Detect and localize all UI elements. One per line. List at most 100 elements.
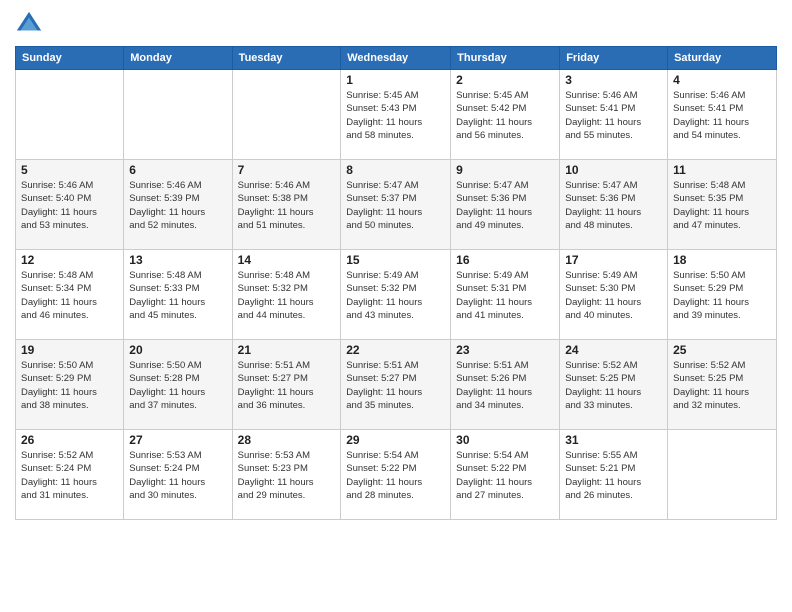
calendar-cell: 25Sunrise: 5:52 AM Sunset: 5:25 PM Dayli… (668, 340, 777, 430)
day-number: 18 (673, 253, 771, 267)
day-info: Sunrise: 5:53 AM Sunset: 5:23 PM Dayligh… (238, 449, 336, 502)
calendar-week-row: 1 Sunrise: 5:45 AM Sunset: 5:43 PM Daylig… (16, 70, 777, 160)
calendar-cell: 27 Sunrise: 5:53 AM Sunset: 5:24 PM Dayli… (124, 430, 232, 520)
day-info: Sunrise: 5:48 AM Sunset: 5:33 PM Dayligh… (129, 269, 226, 322)
weekday-header: Sunday (16, 47, 124, 70)
day-info: Sunrise: 5:54 AM Sunset: 5:22 PM Dayligh… (456, 449, 554, 502)
day-number: 8 (346, 163, 445, 177)
weekday-header: Tuesday (232, 47, 341, 70)
calendar-cell: 17 Sunrise: 5:49 AM Sunset: 5:30 PM Dayli… (560, 250, 668, 340)
day-info: Sunrise: 5:49 AM Sunset: 5:31 PM Dayligh… (456, 269, 554, 322)
day-number: 20 (129, 343, 226, 357)
day-number: 5 (21, 163, 118, 177)
day-info: Sunrise: 5:54 AM Sunset: 5:22 PM Dayligh… (346, 449, 445, 502)
day-info: Sunrise: 5:50 AM Sunset: 5:29 PM Dayligh… (673, 269, 771, 322)
calendar-cell: 20Sunrise: 5:50 AM Sunset: 5:28 PM Dayli… (124, 340, 232, 430)
calendar-cell: 6 Sunrise: 5:46 AM Sunset: 5:39 PM Daylig… (124, 160, 232, 250)
day-number: 3 (565, 73, 662, 87)
calendar-cell: 31 Sunrise: 5:55 AM Sunset: 5:21 PM Dayli… (560, 430, 668, 520)
calendar-cell: 10 Sunrise: 5:47 AM Sunset: 5:36 PM Dayli… (560, 160, 668, 250)
calendar-cell: 18 Sunrise: 5:50 AM Sunset: 5:29 PM Dayli… (668, 250, 777, 340)
calendar-cell: 16 Sunrise: 5:49 AM Sunset: 5:31 PM Dayli… (451, 250, 560, 340)
calendar-cell: 4Sunrise: 5:46 AM Sunset: 5:41 PM Daylig… (668, 70, 777, 160)
calendar-cell: 5 Sunrise: 5:46 AM Sunset: 5:40 PM Daylig… (16, 160, 124, 250)
day-number: 16 (456, 253, 554, 267)
weekday-header: Friday (560, 47, 668, 70)
calendar-cell: 28 Sunrise: 5:53 AM Sunset: 5:23 PM Dayli… (232, 430, 341, 520)
day-info: Sunrise: 5:51 AM Sunset: 5:26 PM Dayligh… (456, 359, 554, 412)
day-number: 23 (456, 343, 554, 357)
day-info: Sunrise: 5:48 AM Sunset: 5:34 PM Dayligh… (21, 269, 118, 322)
calendar-cell (16, 70, 124, 160)
calendar-week-row: 5 Sunrise: 5:46 AM Sunset: 5:40 PM Daylig… (16, 160, 777, 250)
day-number: 6 (129, 163, 226, 177)
calendar-cell: 30 Sunrise: 5:54 AM Sunset: 5:22 PM Dayli… (451, 430, 560, 520)
day-number: 19 (21, 343, 118, 357)
day-info: Sunrise: 5:48 AM Sunset: 5:32 PM Dayligh… (238, 269, 336, 322)
day-number: 26 (21, 433, 118, 447)
calendar-cell (232, 70, 341, 160)
day-info: Sunrise: 5:46 AM Sunset: 5:38 PM Dayligh… (238, 179, 336, 232)
day-number: 11 (673, 163, 771, 177)
day-info: Sunrise: 5:46 AM Sunset: 5:41 PM Dayligh… (673, 89, 771, 142)
calendar-cell: 29 Sunrise: 5:54 AM Sunset: 5:22 PM Dayli… (341, 430, 451, 520)
day-number: 15 (346, 253, 445, 267)
day-info: Sunrise: 5:49 AM Sunset: 5:32 PM Dayligh… (346, 269, 445, 322)
calendar-table: SundayMondayTuesdayWednesdayThursdayFrid… (15, 46, 777, 520)
calendar-week-row: 19Sunrise: 5:50 AM Sunset: 5:29 PM Dayli… (16, 340, 777, 430)
calendar-cell: 2Sunrise: 5:45 AM Sunset: 5:42 PM Daylig… (451, 70, 560, 160)
day-number: 27 (129, 433, 226, 447)
day-number: 21 (238, 343, 336, 357)
day-number: 12 (21, 253, 118, 267)
logo (15, 10, 47, 38)
calendar-cell (124, 70, 232, 160)
calendar-cell: 21 Sunrise: 5:51 AM Sunset: 5:27 PM Dayli… (232, 340, 341, 430)
day-number: 25 (673, 343, 771, 357)
day-info: Sunrise: 5:49 AM Sunset: 5:30 PM Dayligh… (565, 269, 662, 322)
day-number: 31 (565, 433, 662, 447)
day-number: 10 (565, 163, 662, 177)
day-info: Sunrise: 5:51 AM Sunset: 5:27 PM Dayligh… (346, 359, 445, 412)
weekday-header: Saturday (668, 47, 777, 70)
day-info: Sunrise: 5:45 AM Sunset: 5:43 PM Dayligh… (346, 89, 445, 142)
day-number: 14 (238, 253, 336, 267)
day-number: 24 (565, 343, 662, 357)
day-info: Sunrise: 5:52 AM Sunset: 5:24 PM Dayligh… (21, 449, 118, 502)
day-number: 13 (129, 253, 226, 267)
day-number: 28 (238, 433, 336, 447)
calendar-cell: 3 Sunrise: 5:46 AM Sunset: 5:41 PM Daylig… (560, 70, 668, 160)
day-info: Sunrise: 5:45 AM Sunset: 5:42 PM Dayligh… (456, 89, 554, 142)
weekday-header: Monday (124, 47, 232, 70)
calendar-week-row: 26 Sunrise: 5:52 AM Sunset: 5:24 PM Dayli… (16, 430, 777, 520)
day-number: 29 (346, 433, 445, 447)
day-info: Sunrise: 5:46 AM Sunset: 5:39 PM Dayligh… (129, 179, 226, 232)
calendar-cell: 15 Sunrise: 5:49 AM Sunset: 5:32 PM Dayli… (341, 250, 451, 340)
day-number: 9 (456, 163, 554, 177)
day-number: 7 (238, 163, 336, 177)
weekday-header: Wednesday (341, 47, 451, 70)
calendar-cell: 13 Sunrise: 5:48 AM Sunset: 5:33 PM Dayli… (124, 250, 232, 340)
day-number: 30 (456, 433, 554, 447)
day-info: Sunrise: 5:53 AM Sunset: 5:24 PM Dayligh… (129, 449, 226, 502)
calendar-cell: 14 Sunrise: 5:48 AM Sunset: 5:32 PM Dayli… (232, 250, 341, 340)
day-info: Sunrise: 5:46 AM Sunset: 5:41 PM Dayligh… (565, 89, 662, 142)
day-info: Sunrise: 5:47 AM Sunset: 5:36 PM Dayligh… (565, 179, 662, 232)
day-info: Sunrise: 5:48 AM Sunset: 5:35 PM Dayligh… (673, 179, 771, 232)
calendar-cell: 22Sunrise: 5:51 AM Sunset: 5:27 PM Dayli… (341, 340, 451, 430)
day-info: Sunrise: 5:46 AM Sunset: 5:40 PM Dayligh… (21, 179, 118, 232)
day-number: 17 (565, 253, 662, 267)
day-number: 1 (346, 73, 445, 87)
calendar-cell: 23 Sunrise: 5:51 AM Sunset: 5:26 PM Dayli… (451, 340, 560, 430)
day-info: Sunrise: 5:51 AM Sunset: 5:27 PM Dayligh… (238, 359, 336, 412)
calendar-cell: 9Sunrise: 5:47 AM Sunset: 5:36 PM Daylig… (451, 160, 560, 250)
calendar-cell: 12 Sunrise: 5:48 AM Sunset: 5:34 PM Dayli… (16, 250, 124, 340)
calendar-cell: 26 Sunrise: 5:52 AM Sunset: 5:24 PM Dayli… (16, 430, 124, 520)
day-info: Sunrise: 5:47 AM Sunset: 5:37 PM Dayligh… (346, 179, 445, 232)
calendar-cell: 7 Sunrise: 5:46 AM Sunset: 5:38 PM Daylig… (232, 160, 341, 250)
calendar-cell: 24 Sunrise: 5:52 AM Sunset: 5:25 PM Dayli… (560, 340, 668, 430)
calendar-week-row: 12 Sunrise: 5:48 AM Sunset: 5:34 PM Dayli… (16, 250, 777, 340)
day-info: Sunrise: 5:52 AM Sunset: 5:25 PM Dayligh… (565, 359, 662, 412)
weekday-header-row: SundayMondayTuesdayWednesdayThursdayFrid… (16, 47, 777, 70)
calendar-cell: 1 Sunrise: 5:45 AM Sunset: 5:43 PM Daylig… (341, 70, 451, 160)
day-info: Sunrise: 5:55 AM Sunset: 5:21 PM Dayligh… (565, 449, 662, 502)
